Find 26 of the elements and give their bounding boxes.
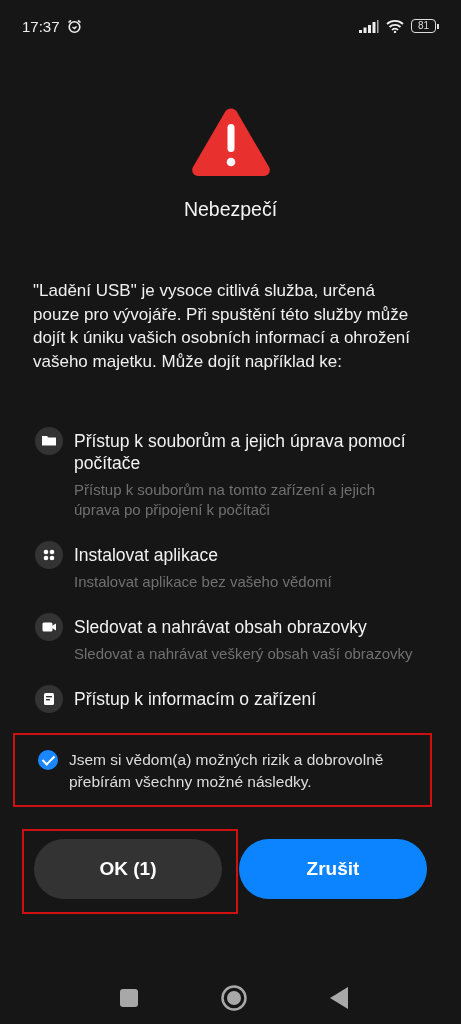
document-icon [35,685,63,713]
folder-icon [35,427,63,455]
dialog-title: Nebezpečí [183,198,278,221]
permission-description: Sledovat a nahrávat veškerý obsah vaší obrazovky [74,644,413,664]
back-icon[interactable] [329,987,348,1009]
video-camera-icon [35,613,63,641]
checkbox[interactable] [38,750,58,770]
warning-icon [190,106,271,176]
consent-text: Jsem si vědom(a) možných rizik a dobrovolně přebírám všechny možné následky. [69,750,385,792]
apps-icon [35,541,63,569]
permission-title: Přístup k informacím o zařízení [74,688,317,710]
battery-level: 81 [410,19,436,33]
recents-icon[interactable] [119,989,138,1007]
ok-button[interactable]: OK (1) [34,839,222,899]
signal-icon [358,19,379,33]
permission-description: Přístup k souborům na tomto zařízení a jejich úprava po připojení k počítači [74,480,376,520]
clock-time: 17:37 [22,17,60,35]
permission-title: Přístup k souborům a jejich úprava pomocí počítače [74,430,407,474]
warning-message: "Ladění USB" je vysoce citlivá služba, určená pouze pro vývojáře. Při spuštění této služby může dojít k úniku vašich osobních informací a ohrožení vašeho majetku. Může dojít například ke: [33,280,412,373]
wifi-icon [385,19,404,33]
home-icon[interactable] [220,985,247,1011]
permission-title: Sledovat a nahrávat obsah obrazovky [74,616,368,638]
cancel-button[interactable]: Zrušit [239,839,427,899]
alarm-icon [66,18,82,34]
permission-description: Instalovat aplikace bez vašeho vědomí [74,572,332,592]
permission-title: Instalovat aplikace [74,544,219,566]
